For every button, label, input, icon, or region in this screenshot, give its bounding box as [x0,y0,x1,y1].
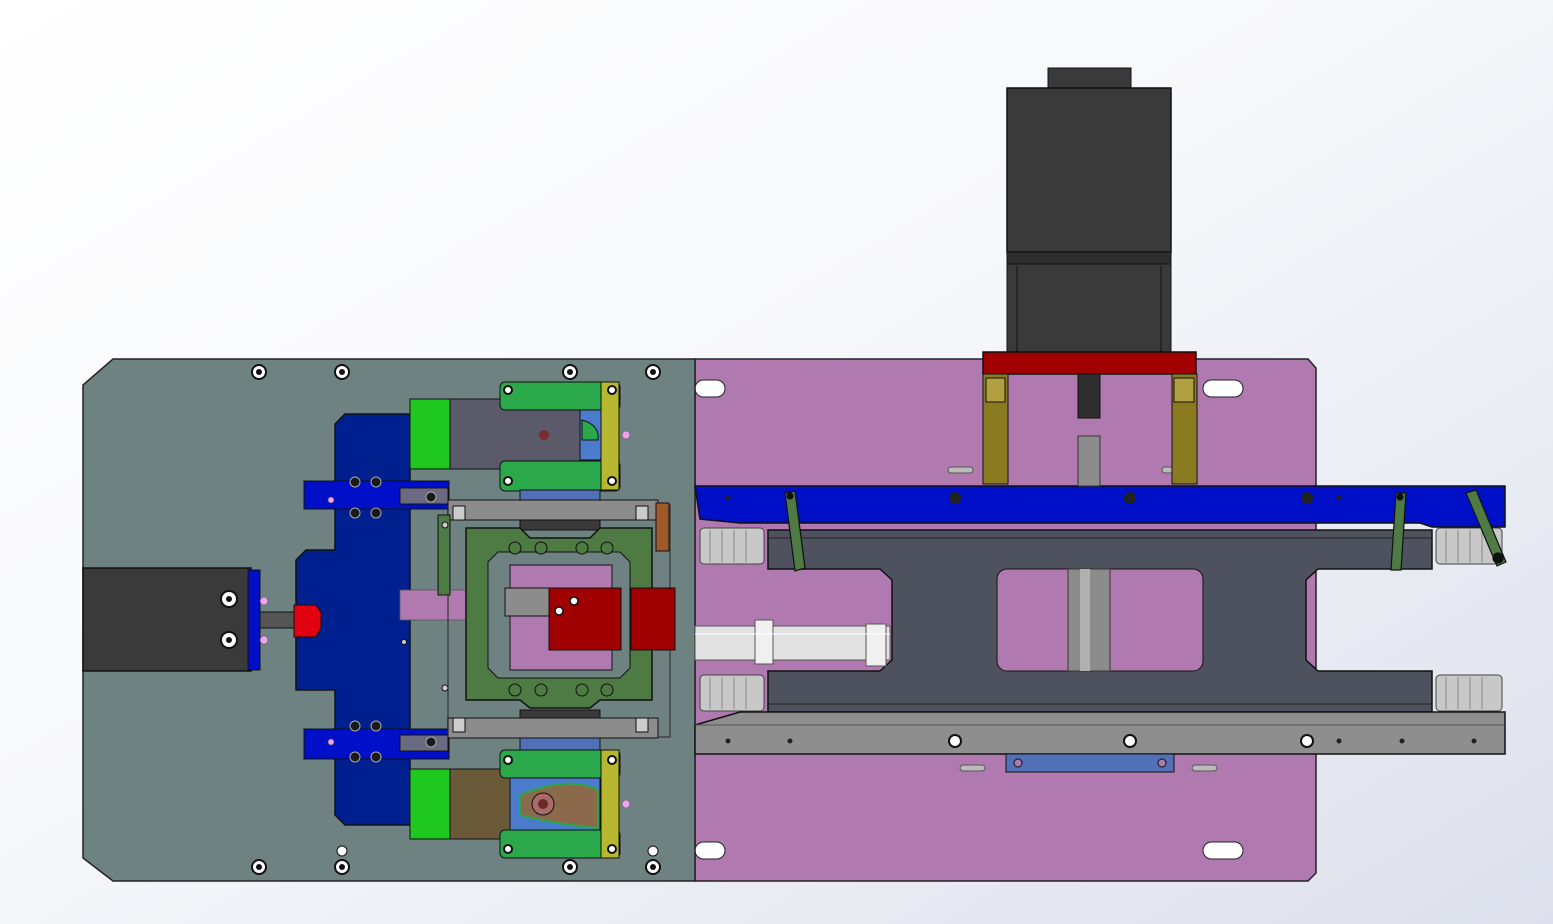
motor-body [1006,87,1172,253]
cad-viewport[interactable] [0,0,1553,924]
plate-slot [694,841,726,860]
plate-slot [694,379,726,398]
blue-rail[interactable] [694,485,1506,528]
guide-rod [694,619,891,667]
red-actuator-block[interactable] [548,587,676,651]
stepper-motor[interactable] [1006,67,1172,355]
cad-assembly-drawing [0,0,1553,924]
plate-slot [1202,841,1244,860]
motor-shaft-cap [1047,67,1132,91]
plate-slot [1202,379,1244,398]
gray-rail[interactable] [694,711,1506,755]
